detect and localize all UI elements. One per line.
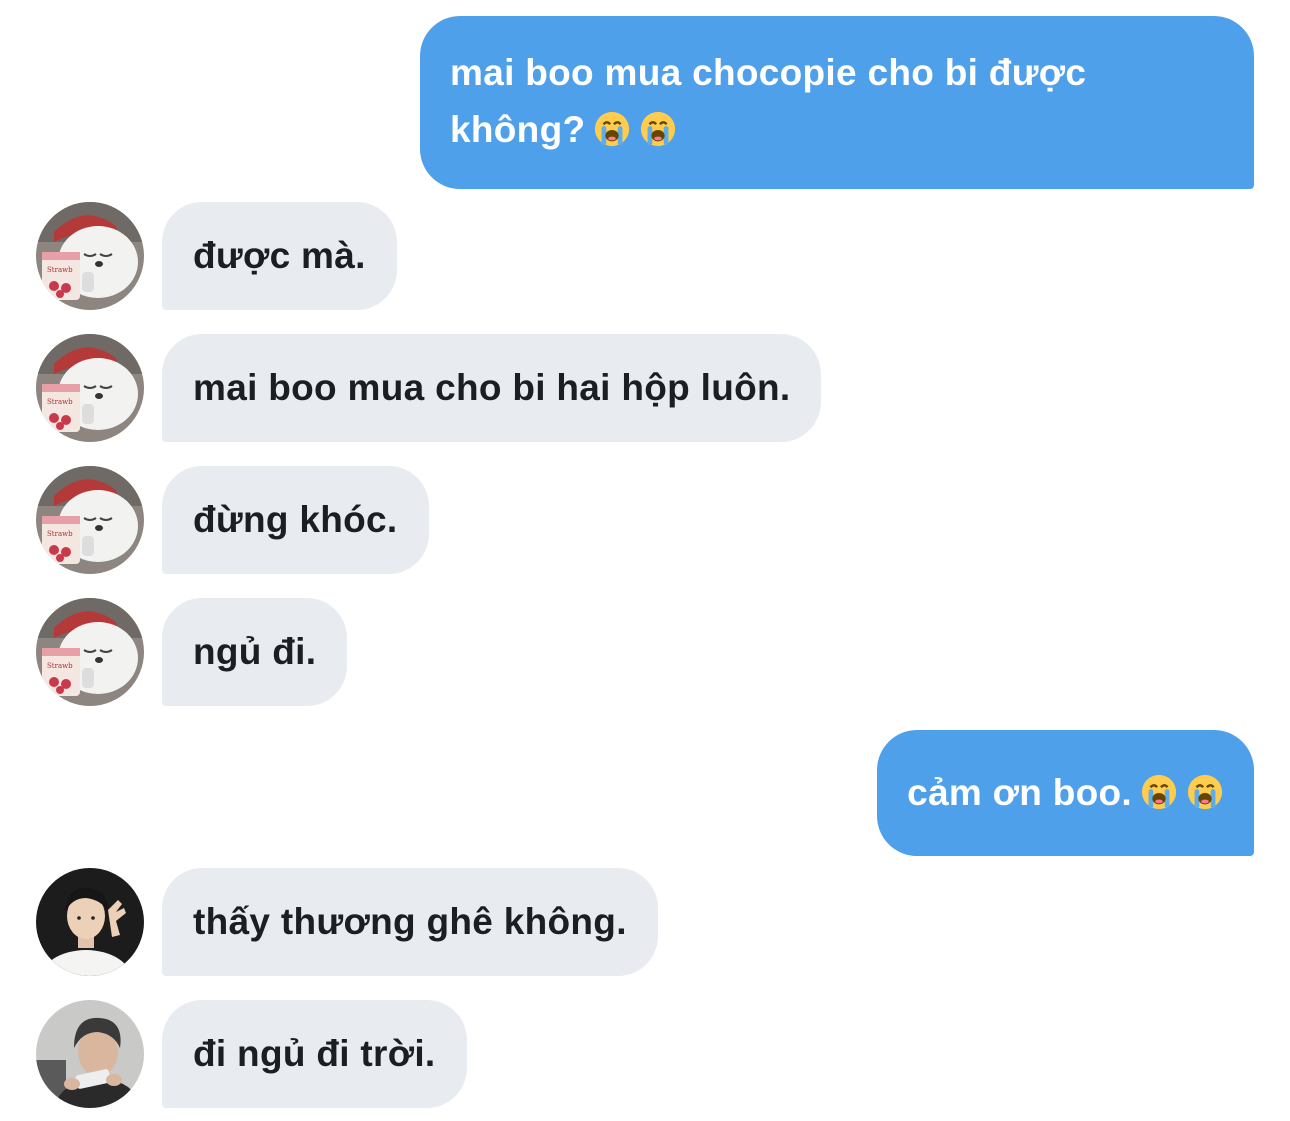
message-text: được mà. (193, 235, 366, 276)
message-text: mai boo mua cho bi hai hộp luôn. (193, 367, 791, 408)
message-bubble-received[interactable]: ngủ đi. (162, 598, 348, 706)
avatar[interactable]: Strawb (36, 466, 144, 574)
avatar[interactable] (36, 1000, 144, 1108)
message-text: mai boo mua chocopie cho bi được (450, 52, 1087, 93)
message-bubble-received[interactable]: được mà. (162, 202, 397, 310)
message-bubble-received[interactable]: đừng khóc. (162, 466, 429, 574)
message-bubble-received[interactable]: đi ngủ đi trời. (162, 1000, 467, 1108)
bear-avatar-icon: Strawb (36, 202, 144, 310)
message-text: thấy thương ghê không. (193, 901, 627, 942)
message-text: đừng khóc. (193, 499, 398, 540)
svg-text:Strawb: Strawb (47, 398, 73, 406)
message-text: ngủ đi. (193, 631, 317, 672)
loudly-crying-face-icon (595, 111, 630, 147)
message-bubble-received[interactable]: thấy thương ghê không. (162, 868, 658, 976)
message-text: đi ngủ đi trời. (193, 1033, 436, 1074)
person-avatar-icon (36, 868, 144, 976)
message-bubble-received[interactable]: mai boo mua cho bi hai hộp luôn. (162, 334, 822, 442)
message-text-line-2: không? (450, 101, 1224, 158)
message-text: cảm ơn boo. (907, 772, 1132, 813)
svg-text:Strawb: Strawb (47, 530, 73, 538)
message-bubble-sent[interactable]: mai boo mua chocopie cho bi được không? (420, 16, 1254, 189)
loudly-crying-face-icon (1141, 774, 1177, 810)
person-avatar-icon (36, 1000, 144, 1108)
avatar[interactable]: Strawb (36, 202, 144, 310)
avatar[interactable]: Strawb (36, 598, 144, 706)
bear-avatar-icon: Strawb (36, 334, 144, 442)
svg-text:Strawb: Strawb (47, 266, 73, 274)
bear-avatar-icon: Strawb (36, 466, 144, 574)
avatar[interactable] (36, 868, 144, 976)
svg-text:Strawb: Strawb (47, 662, 73, 670)
message-bubble-sent[interactable]: cảm ơn boo. (877, 730, 1254, 856)
loudly-crying-face-icon (641, 111, 676, 147)
loudly-crying-face-icon (1187, 774, 1223, 810)
bear-avatar-icon: Strawb (36, 598, 144, 706)
avatar[interactable]: Strawb (36, 334, 144, 442)
